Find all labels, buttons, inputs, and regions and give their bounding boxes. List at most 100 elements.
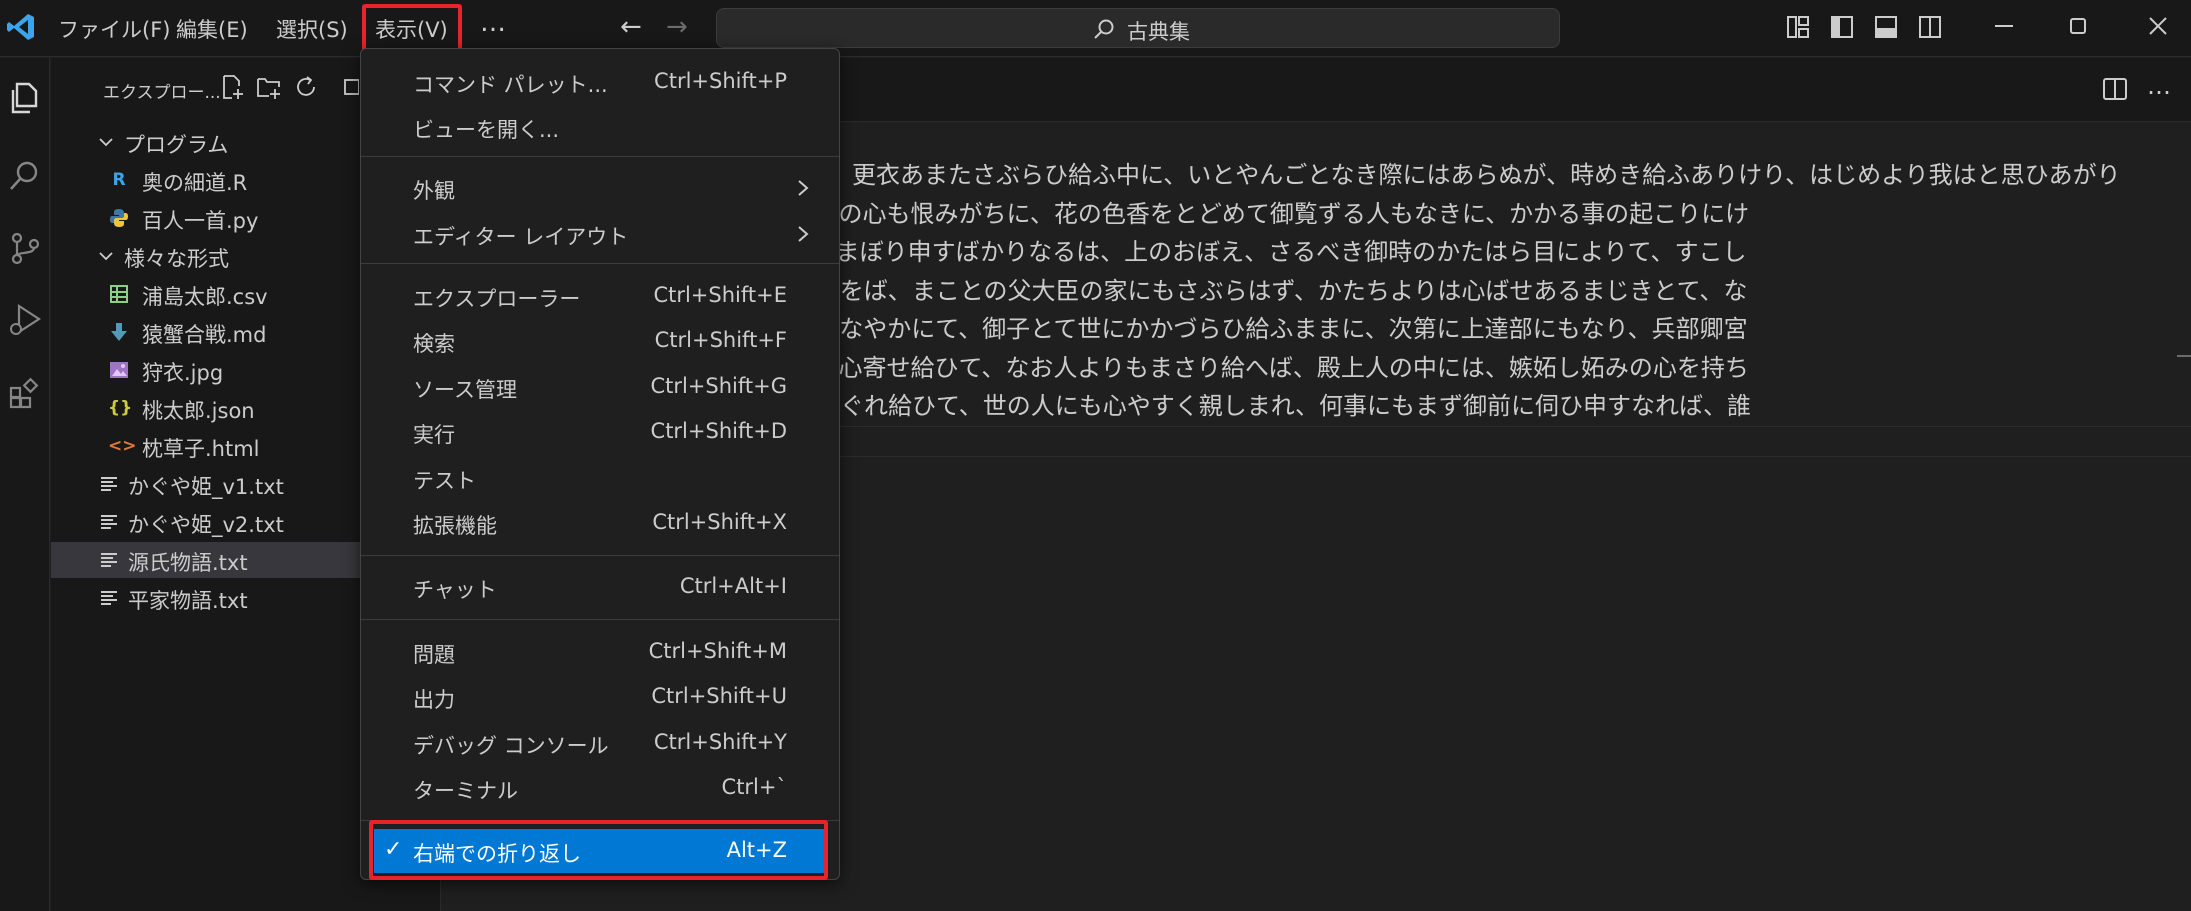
- explorer-icon[interactable]: [7, 80, 43, 116]
- menu-separator: [361, 263, 839, 264]
- menu-item-appearance[interactable]: 外観: [361, 166, 839, 210]
- menu-item-label: エクスプローラー: [413, 287, 581, 311]
- toggle-primary-sidebar-icon[interactable]: [1830, 15, 1854, 39]
- menu-item-label: デバッグ コンソール: [413, 734, 609, 758]
- file-label: 浦島太郎.csv: [142, 285, 268, 309]
- menu-item-editor-layout[interactable]: エディター レイアウト: [361, 212, 839, 256]
- menu-item-shortcut: Ctrl+Shift+F: [654, 328, 787, 352]
- folder-label: 様々な形式: [124, 247, 229, 271]
- menu-item-label: 外観: [413, 179, 455, 203]
- vscode-logo-icon: [7, 14, 34, 40]
- menu-separator: [361, 619, 839, 620]
- menu-item-run[interactable]: 実行 Ctrl+Shift+D: [361, 410, 839, 454]
- menu-selection[interactable]: 選択(S): [276, 14, 348, 44]
- text-file-icon: [101, 477, 117, 491]
- menu-item-output[interactable]: 出力 Ctrl+Shift+U: [361, 675, 839, 719]
- close-icon[interactable]: [2144, 12, 2172, 40]
- menu-edit[interactable]: 編集(E): [176, 14, 248, 44]
- menu-item-label: ビューを開く...: [413, 118, 560, 142]
- menu-item-shortcut: Ctrl+Shift+X: [652, 510, 787, 534]
- menu-item-shortcut: Ctrl+Shift+E: [653, 283, 787, 307]
- view-menu-highlight: [362, 4, 462, 52]
- menu-item-search[interactable]: 検索 Ctrl+Shift+F: [361, 319, 839, 363]
- word-wrap-highlight: [369, 820, 828, 880]
- split-editor-icon[interactable]: [2102, 76, 2128, 102]
- more-actions-icon[interactable]: …: [2147, 72, 2171, 100]
- command-center-search[interactable]: 古典集: [716, 8, 1560, 48]
- menu-file[interactable]: ファイル(F): [58, 14, 170, 44]
- menu-item-problems[interactable]: 問題 Ctrl+Shift+M: [361, 630, 839, 674]
- menu-item-shortcut: Ctrl+Shift+P: [654, 69, 787, 93]
- refresh-icon[interactable]: [293, 74, 319, 100]
- file-label: 狩衣.jpg: [142, 361, 224, 385]
- menu-item-label: 問題: [413, 643, 455, 667]
- folder-label: プログラム: [124, 133, 229, 157]
- menu-item-shortcut: Ctrl+Shift+U: [651, 684, 787, 708]
- extensions-icon[interactable]: [7, 376, 43, 412]
- menu-more-icon[interactable]: …: [480, 8, 507, 38]
- view-menu-dropdown: コマンド パレット... Ctrl+Shift+P ビューを開く... 外観 エ…: [360, 48, 840, 880]
- menu-item-terminal[interactable]: ターミナル Ctrl+`: [361, 766, 839, 810]
- toggle-secondary-sidebar-icon[interactable]: [1918, 15, 1942, 39]
- search-icon[interactable]: [7, 158, 43, 194]
- file-label: かぐや姫_v2.txt: [128, 513, 284, 537]
- scrollbar-marker[interactable]: [2177, 355, 2191, 357]
- file-label: 猿蟹合戦.md: [142, 323, 267, 347]
- menu-item-label: 検索: [413, 332, 455, 356]
- file-label: 百人一首.py: [142, 209, 259, 233]
- menu-item-open-view[interactable]: ビューを開く...: [361, 105, 839, 149]
- menu-item-label: 拡張機能: [413, 514, 497, 538]
- csv-file-icon: [110, 285, 128, 303]
- source-control-icon[interactable]: [7, 230, 43, 266]
- menu-item-explorer[interactable]: エクスプローラー Ctrl+Shift+E: [361, 274, 839, 318]
- file-label: 枕草子.html: [142, 437, 260, 461]
- menu-item-extensions[interactable]: 拡張機能 Ctrl+Shift+X: [361, 501, 839, 545]
- back-arrow-icon[interactable]: ←: [620, 12, 642, 42]
- menu-item-shortcut: Ctrl+Shift+Y: [653, 730, 787, 754]
- customize-layout-icon[interactable]: [1786, 15, 1810, 39]
- search-icon: [1094, 19, 1114, 39]
- maximize-icon[interactable]: [2064, 12, 2092, 40]
- image-file-icon: [110, 362, 128, 378]
- json-file-icon: {}: [108, 398, 133, 418]
- new-file-icon[interactable]: [219, 74, 245, 100]
- menu-item-debug-console[interactable]: デバッグ コンソール Ctrl+Shift+Y: [361, 721, 839, 765]
- menu-item-label: ターミナル: [413, 779, 518, 803]
- menu-item-shortcut: Ctrl+Alt+I: [679, 574, 787, 598]
- file-label: 奥の細道.R: [142, 171, 248, 195]
- file-label: かぐや姫_v1.txt: [128, 475, 284, 499]
- chevron-down-icon: [99, 138, 113, 147]
- menu-item-shortcut: Ctrl+Shift+G: [650, 374, 787, 398]
- run-debug-icon[interactable]: [7, 302, 43, 338]
- chevron-down-icon: [99, 252, 113, 261]
- chevron-right-icon: [798, 226, 809, 242]
- menu-item-label: エディター レイアウト: [413, 225, 629, 249]
- menu-item-label: 実行: [413, 423, 455, 447]
- menu-item-label: コマンド パレット...: [413, 73, 608, 97]
- menu-item-testing[interactable]: テスト: [361, 456, 839, 500]
- menu-item-source-control[interactable]: ソース管理 Ctrl+Shift+G: [361, 365, 839, 409]
- forward-arrow-icon[interactable]: →: [666, 12, 688, 42]
- title-bar: ファイル(F) 編集(E) 選択(S) 表示(V) … ← → 古典集: [0, 0, 2191, 57]
- menu-item-label: チャット: [413, 578, 497, 602]
- menu-item-shortcut: Ctrl+Shift+M: [648, 639, 787, 663]
- text-file-icon: [101, 591, 117, 605]
- file-label: 平家物語.txt: [128, 589, 248, 613]
- html-file-icon: <>: [108, 436, 137, 456]
- menu-separator: [361, 156, 839, 157]
- activity-bar: [0, 58, 50, 911]
- menu-item-shortcut: Ctrl+`: [721, 775, 787, 799]
- menu-item-command-palette[interactable]: コマンド パレット... Ctrl+Shift+P: [361, 60, 839, 104]
- menu-separator: [361, 555, 839, 556]
- toggle-panel-icon[interactable]: [1874, 15, 1898, 39]
- minimize-icon[interactable]: [1990, 12, 2018, 40]
- menu-item-chat[interactable]: チャット Ctrl+Alt+I: [361, 565, 839, 609]
- r-file-icon: R: [112, 170, 126, 190]
- text-file-icon: [101, 515, 117, 529]
- workspace-title: 古典集: [1127, 20, 1190, 44]
- new-folder-icon[interactable]: [256, 74, 282, 100]
- python-file-icon: [110, 209, 128, 227]
- file-label: 桃太郎.json: [142, 399, 255, 423]
- collapse-all-icon[interactable]: [343, 74, 359, 100]
- sidebar-title: エクスプロー...: [103, 83, 221, 103]
